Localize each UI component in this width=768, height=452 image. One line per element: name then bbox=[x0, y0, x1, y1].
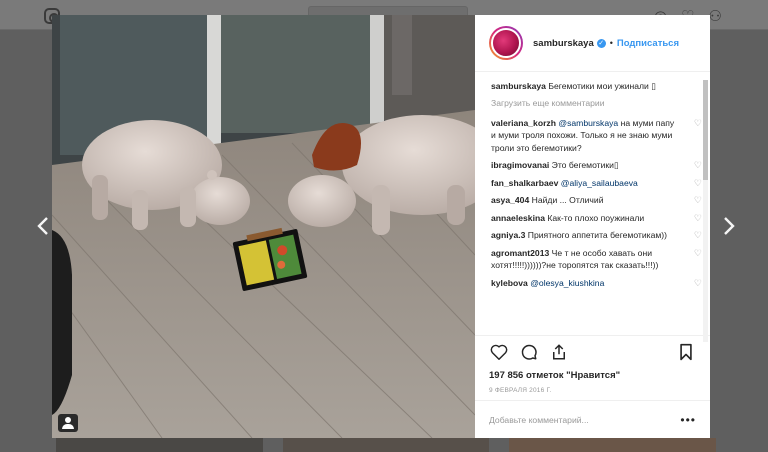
like-comment-heart-icon[interactable]: ♡ bbox=[694, 118, 702, 128]
like-comment-heart-icon[interactable]: ♡ bbox=[694, 196, 702, 205]
comment-input[interactable] bbox=[489, 414, 681, 425]
comment-item: kylebova @olesya_kiushkina ♡ bbox=[491, 277, 702, 290]
verified-badge-icon: ✓ bbox=[596, 38, 606, 48]
background-thumbnail bbox=[282, 438, 490, 452]
comment-item: annaeleskina Как-то плохо поужинали ♡ bbox=[491, 212, 702, 225]
post-date: 9 ФЕВРАЛЯ 2016 Г. bbox=[489, 387, 552, 394]
heart-icon[interactable] bbox=[489, 342, 509, 362]
comment-username[interactable]: agniya.3 bbox=[491, 230, 525, 240]
background-thumbnails bbox=[56, 438, 717, 452]
follow-button[interactable]: Подписаться bbox=[617, 38, 679, 49]
like-comment-heart-icon[interactable]: ♡ bbox=[694, 231, 702, 240]
likes-number: 197 856 отметок bbox=[489, 370, 564, 381]
comment-item: ibragimovanai Это бегемотики▯ ♡ bbox=[491, 159, 702, 172]
profile-icon: ⚇ bbox=[708, 8, 722, 25]
comment-username[interactable]: ibragimovanai bbox=[491, 160, 549, 170]
comment-username[interactable]: valeriana_korzh bbox=[491, 118, 556, 128]
comment-mention[interactable]: @aliya_sailaubaeva bbox=[561, 178, 638, 188]
like-comment-heart-icon[interactable]: ♡ bbox=[694, 178, 702, 188]
bookmark-icon[interactable] bbox=[676, 342, 696, 362]
likes-label: "Нравится" bbox=[566, 370, 621, 381]
background-thumbnail bbox=[56, 438, 263, 452]
avatar-image bbox=[491, 28, 521, 58]
comment-username[interactable]: asya_404 bbox=[491, 195, 529, 205]
caption-text: Бегемотики мои ужинали ▯ bbox=[548, 81, 656, 91]
comment-item: asya_404 Найди ... Отличий ♡ bbox=[491, 194, 702, 207]
tagged-user-icon[interactable] bbox=[58, 414, 78, 432]
avatar[interactable] bbox=[489, 26, 523, 60]
comments-scrollbar[interactable] bbox=[703, 80, 708, 342]
add-comment-bar: ••• bbox=[475, 400, 710, 438]
share-icon[interactable] bbox=[549, 342, 569, 362]
more-options-icon[interactable]: ••• bbox=[680, 413, 696, 427]
post-author-username[interactable]: samburskaya bbox=[533, 38, 594, 49]
load-more-comments-button[interactable]: Загрузить еще комментарии bbox=[491, 98, 680, 108]
comment-text: Найди ... Отличий bbox=[531, 195, 604, 205]
comment-item: valeriana_korzh @samburskaya на муми пап… bbox=[491, 117, 702, 155]
scrollbar-thumb[interactable] bbox=[703, 80, 708, 180]
comment-item: agniya.3 Приятного аппетита бегемотикам)… bbox=[491, 229, 702, 242]
caption: samburskaya Бегемотики мои ужинали ▯ bbox=[491, 80, 680, 93]
background-thumbnail bbox=[509, 438, 717, 452]
like-comment-heart-icon[interactable]: ♡ bbox=[694, 161, 702, 170]
post-photo bbox=[52, 15, 475, 438]
post-modal: samburskaya ✓ • Подписаться samburskaya … bbox=[52, 15, 710, 438]
comment-text: Это бегемотики▯ bbox=[551, 160, 619, 170]
comment-username[interactable]: fan_shalkarbaev bbox=[491, 178, 558, 188]
comment-mention[interactable]: @olesya_kiushkina bbox=[530, 278, 604, 288]
comment-text: Как-то плохо поужинали bbox=[547, 212, 645, 223]
post-header: samburskaya ✓ • Подписаться bbox=[475, 15, 710, 72]
comment-icon[interactable] bbox=[519, 342, 539, 362]
caption-username[interactable]: samburskaya bbox=[491, 81, 546, 91]
comment-username[interactable]: kylebova bbox=[491, 278, 528, 288]
comment-mention[interactable]: @samburskaya bbox=[558, 118, 618, 128]
comment-item: agromant2013 Че т не особо хавать они хо… bbox=[491, 247, 702, 272]
like-comment-heart-icon[interactable]: ♡ bbox=[694, 213, 702, 223]
comments-list: samburskaya Бегемотики мои ужинали ▯ Заг… bbox=[475, 72, 710, 335]
next-post-chevron-right-icon[interactable] bbox=[716, 215, 742, 243]
likes-count[interactable]: 197 856 отметок "Нравится" bbox=[475, 368, 710, 384]
comment-text: Приятного аппетита бегемотикам)) bbox=[527, 230, 668, 240]
like-comment-heart-icon[interactable]: ♡ bbox=[694, 248, 702, 258]
comment-item: fan_shalkarbaev @aliya_sailaubaeva ♡ bbox=[491, 177, 702, 190]
comment-username[interactable]: agromant2013 bbox=[491, 248, 549, 258]
post-side-panel: samburskaya ✓ • Подписаться samburskaya … bbox=[475, 15, 710, 438]
separator-dot: • bbox=[609, 38, 613, 48]
like-comment-heart-icon[interactable]: ♡ bbox=[694, 278, 702, 288]
comment-username[interactable]: annaeleskina bbox=[491, 213, 545, 223]
post-actions bbox=[475, 335, 710, 368]
